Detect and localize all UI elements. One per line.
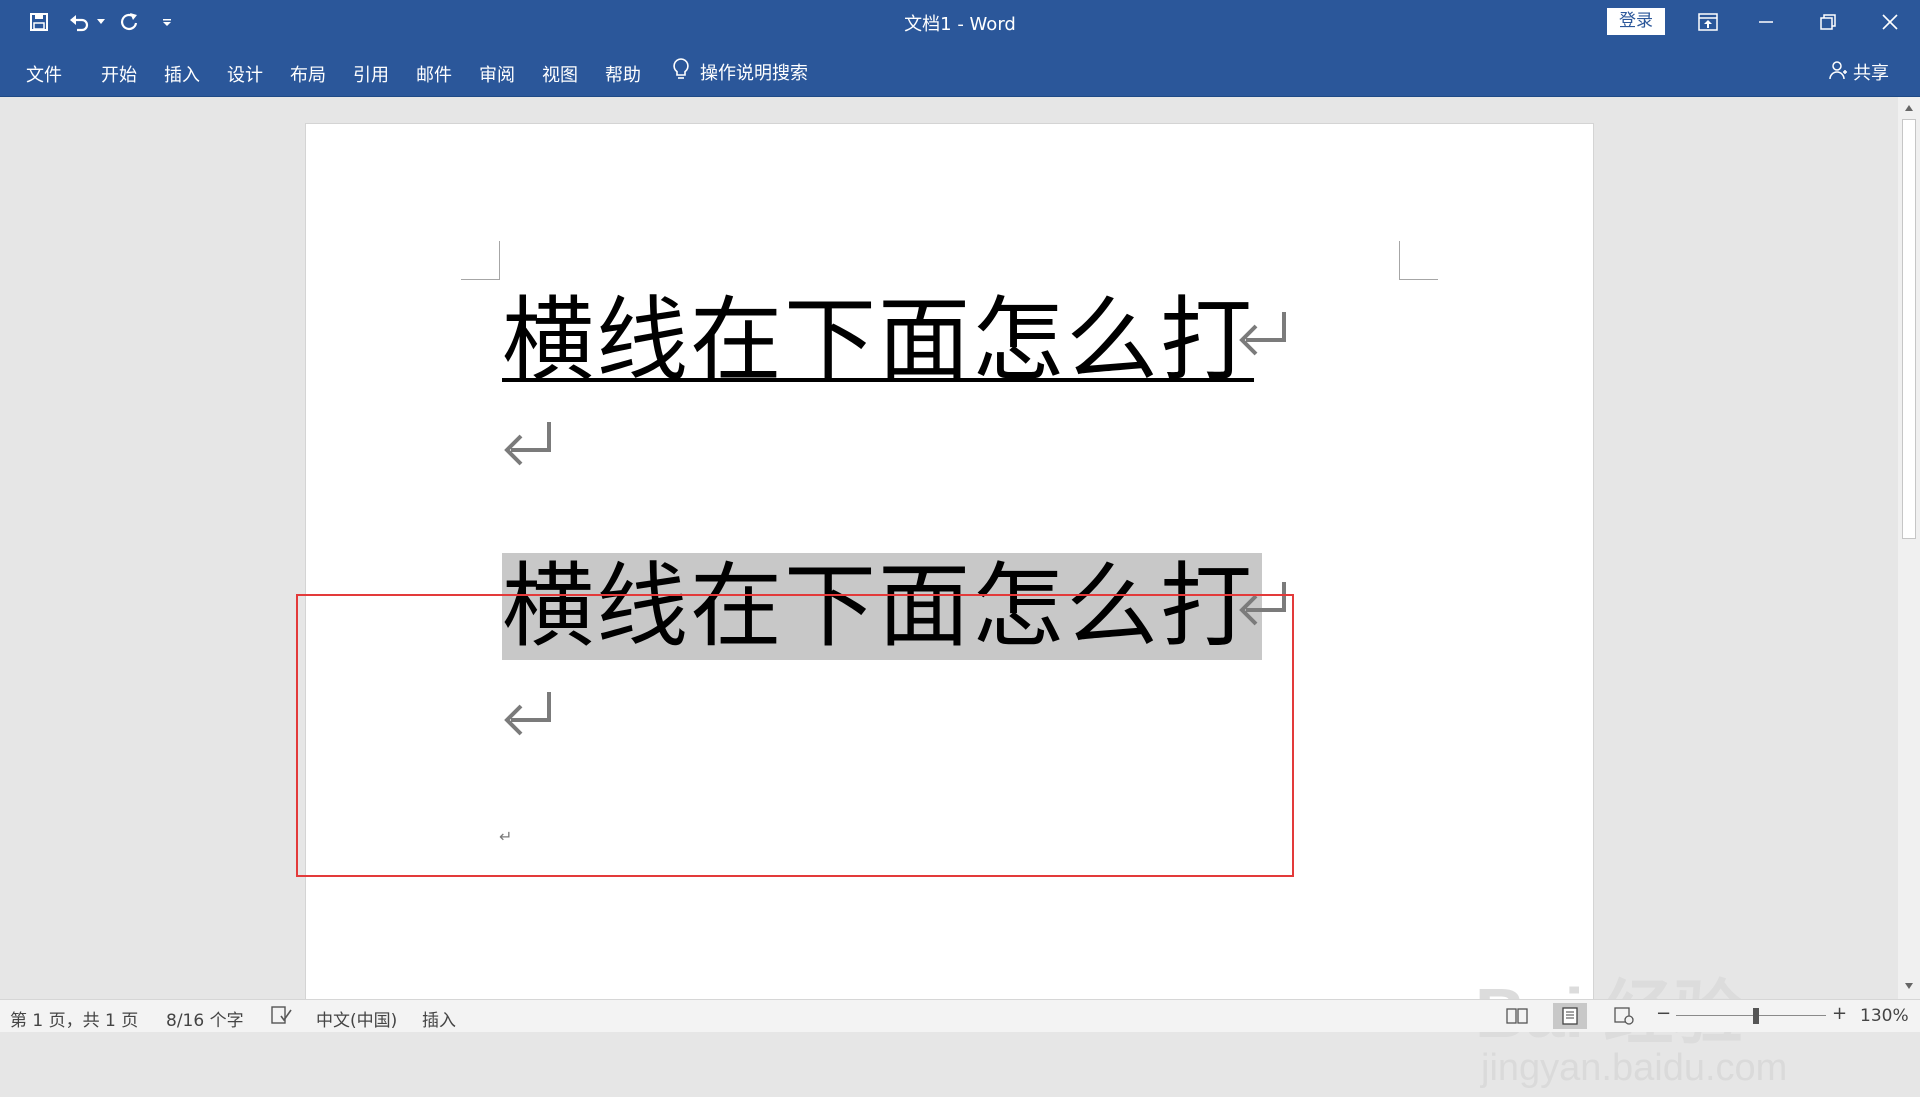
zoom-level[interactable]: 130% <box>1860 1006 1909 1026</box>
tab-view[interactable]: 视图 <box>542 61 578 87</box>
paragraph-underlined[interactable]: 横线在下面怎么打 <box>502 286 1254 396</box>
tab-insert[interactable]: 插入 <box>164 61 200 87</box>
tab-layout[interactable]: 布局 <box>290 61 326 87</box>
title-bar: 文档1 - Word 登录 <box>0 0 1920 43</box>
paragraph-mark-icon <box>1236 310 1290 366</box>
login-button[interactable]: 登录 <box>1607 8 1665 35</box>
tab-mailings[interactable]: 邮件 <box>416 61 452 87</box>
person-icon <box>1828 60 1848 85</box>
tell-me-search[interactable]: 操作说明搜索 <box>672 57 808 86</box>
ribbon-tab-bar: 文件 开始 插入 设计 布局 引用 邮件 审阅 视图 帮助 操作说明搜索 共享 <box>0 43 1920 97</box>
web-layout-icon[interactable] <box>1607 1003 1641 1029</box>
status-bar: 第 1 页，共 1 页 8/16 个字 中文(中国) 插入 − + 130% <box>0 999 1920 1032</box>
close-icon[interactable] <box>1862 4 1918 40</box>
page-count[interactable]: 第 1 页，共 1 页 <box>10 1006 138 1031</box>
document-page[interactable]: 横线在下面怎么打 横线在下面怎么打 ↵ <box>305 123 1594 1025</box>
scroll-thumb[interactable] <box>1902 119 1916 539</box>
callout-highlight-box <box>296 594 1294 877</box>
scroll-up-icon[interactable] <box>1901 100 1917 116</box>
underlined-text[interactable]: 横线在下面怎么打 <box>502 287 1254 394</box>
zoom-slider-thumb[interactable] <box>1753 1008 1759 1024</box>
ribbon-display-options-icon[interactable] <box>1680 4 1736 40</box>
word-count[interactable]: 8/16 个字 <box>166 1006 244 1031</box>
zoom-out-button[interactable]: − <box>1656 1003 1671 1024</box>
share-label: 共享 <box>1853 63 1889 84</box>
tab-file[interactable]: 文件 <box>26 61 62 87</box>
vertical-scrollbar[interactable] <box>1898 97 1920 999</box>
crop-mark-top-right <box>1399 241 1438 280</box>
tab-review[interactable]: 审阅 <box>479 61 515 87</box>
share-button[interactable]: 共享 <box>1828 59 1889 85</box>
language-indicator[interactable]: 中文(中国) <box>316 1006 397 1031</box>
restore-icon[interactable] <box>1800 4 1856 40</box>
print-layout-icon[interactable] <box>1553 1003 1587 1029</box>
tab-home[interactable]: 开始 <box>101 61 137 87</box>
zoom-in-button[interactable]: + <box>1832 1003 1847 1024</box>
read-mode-icon[interactable] <box>1500 1003 1534 1029</box>
minimize-icon[interactable] <box>1738 4 1794 40</box>
watermark-url: jingyan.baidu.com <box>1481 1047 1788 1089</box>
document-canvas[interactable]: 横线在下面怎么打 横线在下面怎么打 ↵ Bai 经验 jingyan.baidu… <box>0 97 1898 1089</box>
lightbulb-icon <box>672 57 690 86</box>
proofing-icon[interactable] <box>271 1006 293 1029</box>
tab-design[interactable]: 设计 <box>227 61 263 87</box>
insert-mode[interactable]: 插入 <box>422 1006 456 1031</box>
tab-references[interactable]: 引用 <box>353 61 389 87</box>
zoom-slider[interactable] <box>1676 1015 1826 1016</box>
crop-mark-top-left <box>461 241 500 280</box>
tab-help[interactable]: 帮助 <box>605 61 641 87</box>
paragraph-mark-icon <box>501 420 555 476</box>
scroll-down-icon[interactable] <box>1901 978 1917 994</box>
tell-me-label: 操作说明搜索 <box>700 62 808 84</box>
